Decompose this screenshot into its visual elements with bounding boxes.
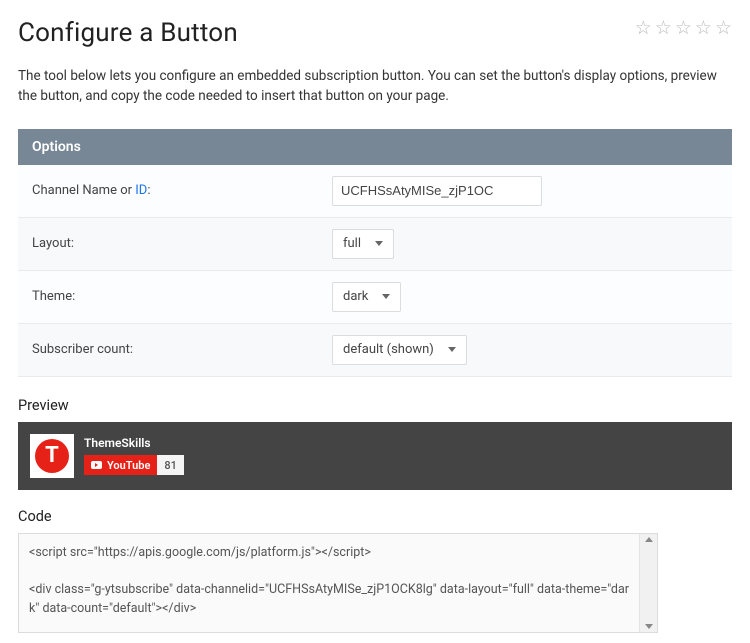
scroll-down-icon[interactable] [645, 624, 653, 629]
preview-title: Preview [18, 397, 732, 414]
subscriber-count-badge: 81 [157, 455, 184, 475]
intro-text: The tool below lets you configure an emb… [18, 66, 732, 107]
layout-select[interactable]: full [332, 229, 394, 259]
chevron-down-icon [375, 241, 383, 246]
channel-logo: T [30, 434, 74, 478]
channel-label-suffix: : [147, 183, 150, 198]
channel-input[interactable] [332, 176, 542, 206]
option-row-layout: Layout: full [18, 218, 732, 271]
code-block: <script src="https://apis.google.com/js/… [18, 533, 658, 633]
options-panel: Options Channel Name or ID: Layout: full… [18, 129, 732, 377]
page-title: Configure a Button [18, 18, 238, 48]
channel-label-prefix: Channel Name or [32, 183, 135, 198]
channel-id-link[interactable]: ID [135, 183, 147, 198]
option-row-channel: Channel Name or ID: [18, 165, 732, 218]
star-icon[interactable]: ☆ [635, 18, 652, 37]
youtube-subscribe-button[interactable]: YouTube [84, 455, 157, 475]
options-header: Options [18, 129, 732, 165]
youtube-button-text: YouTube [107, 459, 150, 472]
chevron-down-icon [382, 294, 390, 299]
star-icon[interactable]: ☆ [695, 18, 712, 37]
layout-label: Layout: [32, 236, 332, 251]
chevron-down-icon [448, 347, 456, 352]
channel-label: Channel Name or ID: [32, 183, 332, 198]
star-icon[interactable]: ☆ [655, 18, 672, 37]
subcount-value: default (shown) [343, 342, 434, 357]
scroll-up-icon[interactable] [645, 537, 653, 542]
channel-logo-letter: T [35, 439, 69, 473]
subcount-label: Subscriber count: [32, 342, 332, 357]
preview-panel: T ThemeSkills YouTube 81 [18, 422, 732, 490]
star-icon[interactable]: ☆ [675, 18, 692, 37]
youtube-subscribe-widget: YouTube 81 [84, 455, 184, 475]
channel-name: ThemeSkills [84, 436, 184, 450]
youtube-play-icon [91, 461, 102, 469]
code-title: Code [18, 508, 732, 525]
scrollbar[interactable] [639, 534, 657, 632]
theme-label: Theme: [32, 289, 332, 304]
rating-stars[interactable]: ☆ ☆ ☆ ☆ ☆ [635, 18, 732, 37]
star-icon[interactable]: ☆ [715, 18, 732, 37]
theme-value: dark [343, 289, 368, 304]
channel-info: ThemeSkills YouTube 81 [84, 436, 184, 475]
option-row-theme: Theme: dark [18, 271, 732, 324]
subcount-select[interactable]: default (shown) [332, 335, 467, 365]
code-textarea[interactable]: <script src="https://apis.google.com/js/… [19, 534, 639, 632]
theme-select[interactable]: dark [332, 282, 401, 312]
layout-value: full [343, 236, 361, 251]
option-row-subcount: Subscriber count: default (shown) [18, 324, 732, 377]
